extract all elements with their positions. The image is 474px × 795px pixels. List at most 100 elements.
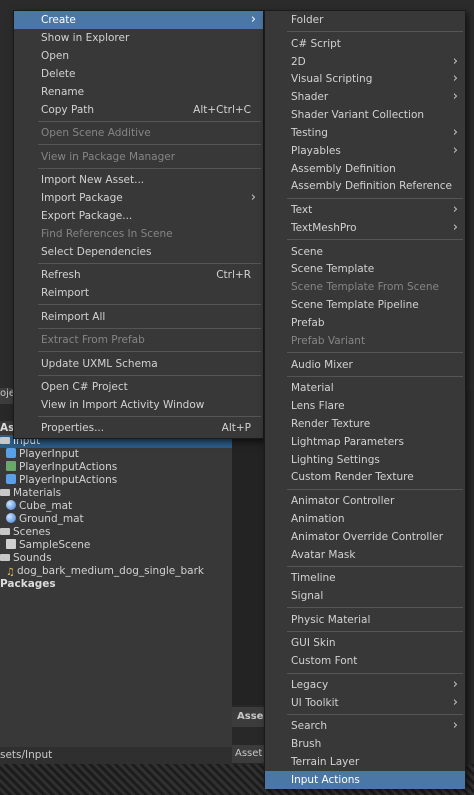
menu-item-label: Playables [291, 144, 341, 157]
create-item-scene-template-pipeline[interactable]: Scene Template Pipeline [265, 296, 465, 314]
menu-item-label: Signal [291, 590, 324, 603]
create-item-terrain-layer[interactable]: Terrain Layer [265, 753, 465, 771]
tree-item[interactable]: PlayerInput [0, 448, 232, 461]
create-item-folder[interactable]: Folder [265, 11, 465, 29]
tree-item-label: Sounds [13, 552, 52, 564]
menu-item-export-package[interactable]: Export Package... [14, 207, 263, 225]
menu-separator [38, 327, 261, 329]
tree-item[interactable]: Cube_mat [0, 500, 232, 513]
menu-item-copy-path[interactable]: Copy Path Alt+Ctrl+C [14, 101, 263, 119]
tree-item[interactable]: PlayerInputActions [0, 461, 232, 474]
menu-item-delete[interactable]: Delete [14, 65, 263, 83]
create-item-animation[interactable]: Animation [265, 510, 465, 528]
menu-separator [38, 416, 261, 418]
menu-separator [287, 672, 463, 674]
menu-item-reimport-all[interactable]: Reimport All [14, 308, 263, 326]
create-item-assembly-definition-reference[interactable]: Assembly Definition Reference [265, 177, 465, 195]
create-item-custom-render-texture[interactable]: Custom Render Texture [265, 468, 465, 486]
create-item-legacy[interactable]: Legacy › [265, 676, 465, 694]
create-item-timeline[interactable]: Timeline [265, 569, 465, 587]
menu-item-open[interactable]: Open [14, 47, 263, 65]
input-actions-icon [6, 474, 16, 484]
menu-item-refresh[interactable]: Refresh Ctrl+R [14, 266, 263, 284]
create-item-signal[interactable]: Signal [265, 587, 465, 605]
folder-icon [0, 489, 10, 496]
create-item-lightmap-parameters[interactable]: Lightmap Parameters [265, 433, 465, 451]
folder-icon [0, 437, 10, 444]
create-item-textmeshpro[interactable]: TextMeshPro › [265, 219, 465, 237]
create-item-2d[interactable]: 2D › [265, 53, 465, 71]
breadcrumb-path: sets/Input [0, 749, 53, 761]
tree-item[interactable]: Sounds [0, 552, 232, 565]
menu-separator [287, 352, 463, 354]
menu-item-open-c-project[interactable]: Open C# Project [14, 378, 263, 396]
create-item-c-script[interactable]: C# Script [265, 35, 465, 53]
create-item-custom-font[interactable]: Custom Font [265, 652, 465, 670]
create-item-visual-scripting[interactable]: Visual Scripting › [265, 70, 465, 88]
create-item-input-actions[interactable]: Input Actions [265, 770, 465, 789]
create-item-scene-template[interactable]: Scene Template [265, 260, 465, 278]
menu-item-import-new-asset[interactable]: Import New Asset... [14, 171, 263, 189]
menu-item-import-package[interactable]: Import Package › [14, 189, 263, 207]
menu-item-label: Export Package... [41, 209, 133, 222]
menu-item-show-in-explorer[interactable]: Show in Explorer [14, 29, 263, 47]
create-item-animator-controller[interactable]: Animator Controller [265, 492, 465, 510]
create-item-scene[interactable]: Scene [265, 243, 465, 261]
menu-item-label: 2D [291, 55, 306, 68]
menu-item-select-dependencies[interactable]: Select Dependencies [14, 243, 263, 261]
tree-item[interactable]: PlayerInputActions [0, 474, 232, 487]
create-item-render-texture[interactable]: Render Texture [265, 415, 465, 433]
create-item-audio-mixer[interactable]: Audio Mixer [265, 356, 465, 374]
packages-label[interactable]: Packages [0, 578, 232, 591]
assets-tab-label: Asse [237, 711, 264, 722]
create-item-lighting-settings[interactable]: Lighting Settings [265, 451, 465, 469]
assets-tab[interactable]: Asse [232, 707, 264, 727]
input-actions-icon [6, 448, 16, 458]
create-item-prefab[interactable]: Prefab [265, 314, 465, 332]
create-item-shader-variant-collection[interactable]: Shader Variant Collection [265, 106, 465, 124]
menu-item-view-in-import-activity-window[interactable]: View in Import Activity Window [14, 396, 263, 414]
tree-item[interactable]: SampleScene [0, 539, 232, 552]
menu-separator [287, 197, 463, 199]
create-item-text[interactable]: Text › [265, 201, 465, 219]
menu-item-update-uxml-schema[interactable]: Update UXML Schema [14, 355, 263, 373]
chevron-right-icon: › [452, 71, 458, 87]
menu-item-reimport[interactable]: Reimport [14, 284, 263, 302]
create-item-assembly-definition[interactable]: Assembly Definition [265, 160, 465, 178]
create-item-physic-material[interactable]: Physic Material [265, 611, 465, 629]
menu-item-create[interactable]: Create › [14, 11, 263, 29]
create-item-testing[interactable]: Testing › [265, 124, 465, 142]
create-item-avatar-mask[interactable]: Avatar Mask [265, 546, 465, 564]
tree-item-label: Materials [13, 487, 62, 499]
chevron-right-icon: › [452, 124, 458, 140]
tree-item-label: PlayerInputActions [19, 474, 118, 486]
menu-item-label: Open C# Project [41, 381, 128, 393]
menu-item-rename[interactable]: Rename [14, 83, 263, 101]
create-item-material[interactable]: Material [265, 379, 465, 397]
scene-icon [6, 539, 16, 549]
menu-item-label: Shader Variant Collection [291, 109, 425, 122]
menu-separator [287, 714, 463, 715]
create-item-lens-flare[interactable]: Lens Flare [265, 397, 465, 415]
tree-item[interactable]: Materials [0, 487, 232, 500]
create-item-playables[interactable]: Playables › [265, 142, 465, 160]
create-item-shader[interactable]: Shader › [265, 88, 465, 106]
tree-item[interactable]: ♫ dog_bark_medium_dog_single_bark [0, 565, 232, 578]
create-item-brush[interactable]: Brush [265, 735, 465, 753]
menu-item-label: TextMeshPro [291, 221, 357, 234]
menu-item-properties[interactable]: Properties... Alt+P [14, 419, 263, 437]
tree-item[interactable]: Scenes [0, 526, 232, 539]
create-item-animator-override-controller[interactable]: Animator Override Controller [265, 528, 465, 546]
menu-item-label: GUI Skin [291, 637, 336, 650]
menu-item-extract-from-prefab: Extract From Prefab [14, 331, 263, 349]
tree-item[interactable]: Ground_mat [0, 513, 232, 526]
tree-item-label: PlayerInputActions [19, 461, 118, 473]
menu-separator [38, 262, 261, 264]
menu-item-label: Folder [291, 14, 324, 26]
create-item-gui-skin[interactable]: GUI Skin [265, 634, 465, 652]
create-item-ui-toolkit[interactable]: UI Toolkit › [265, 694, 465, 712]
menu-item-label: Prefab Variant [291, 334, 366, 347]
menu-item-label: Scene [291, 245, 324, 258]
create-item-search[interactable]: Search › [265, 717, 465, 735]
menu-separator [38, 120, 261, 122]
